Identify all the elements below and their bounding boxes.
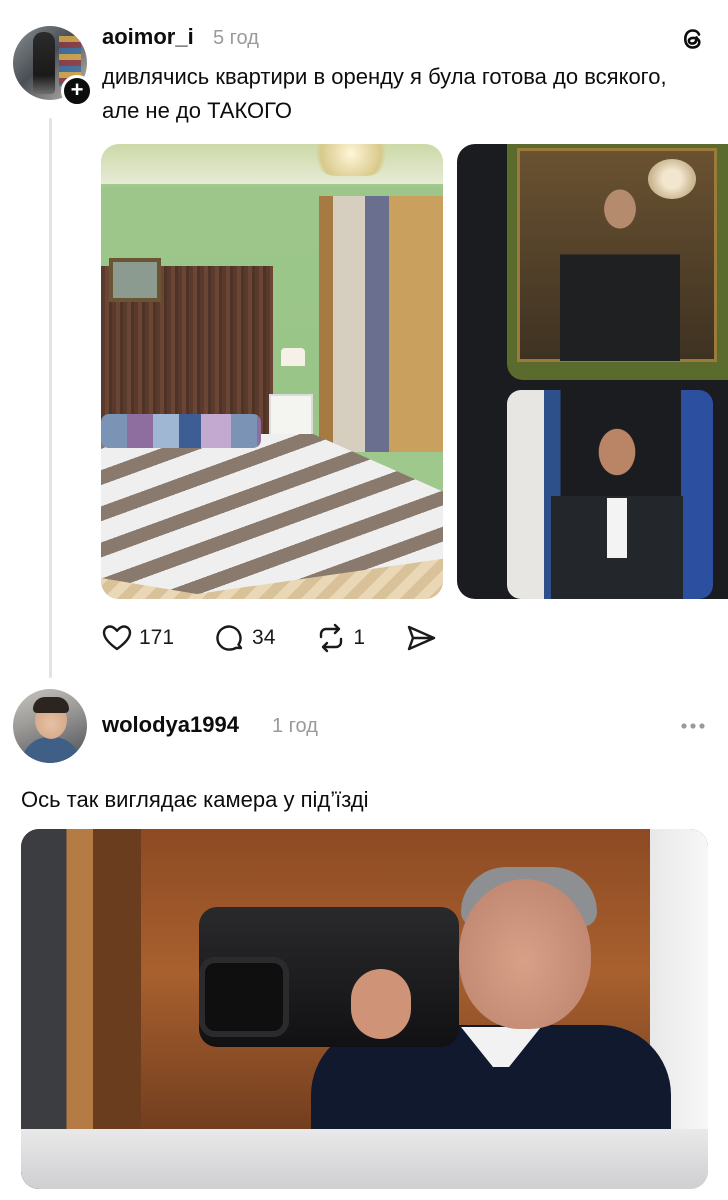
cameraman-photo[interactable]	[21, 829, 708, 1189]
avatar[interactable]	[13, 689, 87, 763]
comment-button[interactable]: 34	[214, 622, 275, 654]
repost-icon	[320, 623, 343, 653]
thread-line	[49, 118, 52, 678]
username[interactable]: aoimor_i	[102, 24, 194, 50]
threads-logo-icon[interactable]	[678, 24, 708, 54]
framed-portrait	[507, 144, 728, 380]
comment-icon	[216, 625, 243, 651]
official-portrait	[507, 390, 713, 599]
more-icon[interactable]	[678, 714, 708, 738]
username[interactable]: wolodya1994	[102, 712, 239, 738]
reposts-count: 1	[353, 626, 366, 649]
post-text: дивлячись квартири в оренду я була готов…	[102, 64, 667, 123]
post-actions: 171 34 1	[101, 620, 483, 656]
share-icon	[407, 625, 436, 651]
post-text: Ось так виглядає камера у під’їзді	[21, 787, 369, 812]
comments-count: 34	[252, 626, 276, 649]
post-time: 1 год	[272, 715, 318, 737]
like-button[interactable]: 171	[101, 622, 174, 654]
follow-button[interactable]: +	[61, 75, 93, 107]
repost-button[interactable]: 1	[315, 622, 365, 654]
share-button[interactable]	[405, 622, 443, 654]
threads-feed: + aoimor_i 5 год дивлячись квартири в ор…	[0, 0, 728, 1200]
likes-count: 171	[139, 626, 175, 649]
post-time: 5 год	[213, 27, 259, 49]
apartment-bedroom-photo[interactable]	[101, 144, 443, 599]
heart-icon	[102, 625, 132, 651]
portrait-photo-collage[interactable]	[457, 144, 728, 599]
